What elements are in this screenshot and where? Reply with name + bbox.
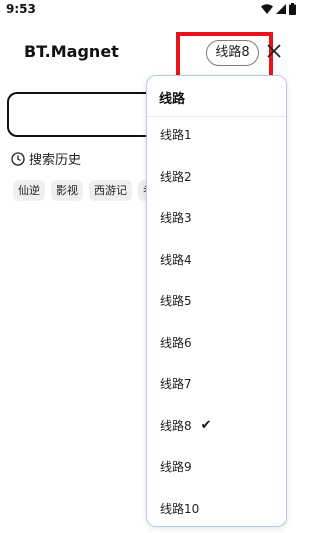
route-option-10[interactable]: 线路10 xyxy=(147,488,286,526)
status-time: 9:53 xyxy=(6,2,36,16)
route-option-label: 线路10 xyxy=(160,502,200,516)
close-icon[interactable] xyxy=(265,42,283,60)
route-option-9[interactable]: 线路9 xyxy=(147,446,286,487)
history-chip-list: 仙逆 影视 西游记 考 xyxy=(13,180,159,201)
route-option-label: 线路9 xyxy=(160,460,192,474)
route-option-label: 线路8 xyxy=(160,419,192,433)
route-option-5[interactable]: 线路5 xyxy=(147,280,286,321)
search-history-label: 搜索历史 xyxy=(29,153,82,168)
route-option-label: 线路5 xyxy=(160,294,192,308)
route-option-label: 线路6 xyxy=(160,336,192,350)
route-option-4[interactable]: 线路4 xyxy=(147,239,286,280)
clock-icon xyxy=(11,151,25,166)
history-chip[interactable]: 仙逆 xyxy=(13,180,45,201)
search-history-header: 搜索历史 xyxy=(11,149,81,168)
route-option-2[interactable]: 线路2 xyxy=(147,156,286,197)
route-option-6[interactable]: 线路6 xyxy=(147,322,286,363)
route-option-label: 线路3 xyxy=(160,211,192,225)
status-bar: 9:53 xyxy=(0,0,300,20)
signal-icon xyxy=(276,4,286,14)
route-dropdown-menu: 线路 线路1 线路2 线路3 线路4 线路5 线路6 线路7 线路8 ✔ 线路9 xyxy=(146,75,287,527)
history-chip[interactable]: 影视 xyxy=(51,180,83,201)
route-option-label: 线路1 xyxy=(160,128,192,142)
wifi-icon xyxy=(261,4,273,14)
battery-icon xyxy=(289,3,296,15)
route-option-label: 线路4 xyxy=(160,253,192,267)
app-screen: 9:53 BT.Magnet 线路8 搜索历史 仙逆 影视 西游记 线路 线路1… xyxy=(0,0,300,533)
status-icons xyxy=(261,3,296,15)
route-option-label: 线路2 xyxy=(160,170,192,184)
route-option-label: 线路7 xyxy=(160,377,192,391)
route-option-8[interactable]: 线路8 ✔ xyxy=(147,405,286,446)
route-option-1[interactable]: 线路1 xyxy=(147,114,286,155)
app-title: BT.Magnet xyxy=(24,42,119,61)
history-chip[interactable]: 西游记 xyxy=(89,180,132,201)
route-menu-header: 线路 xyxy=(159,92,186,107)
checkmark-icon: ✔ xyxy=(200,418,212,433)
route-option-3[interactable]: 线路3 xyxy=(147,197,286,238)
route-option-7[interactable]: 线路7 xyxy=(147,363,286,404)
